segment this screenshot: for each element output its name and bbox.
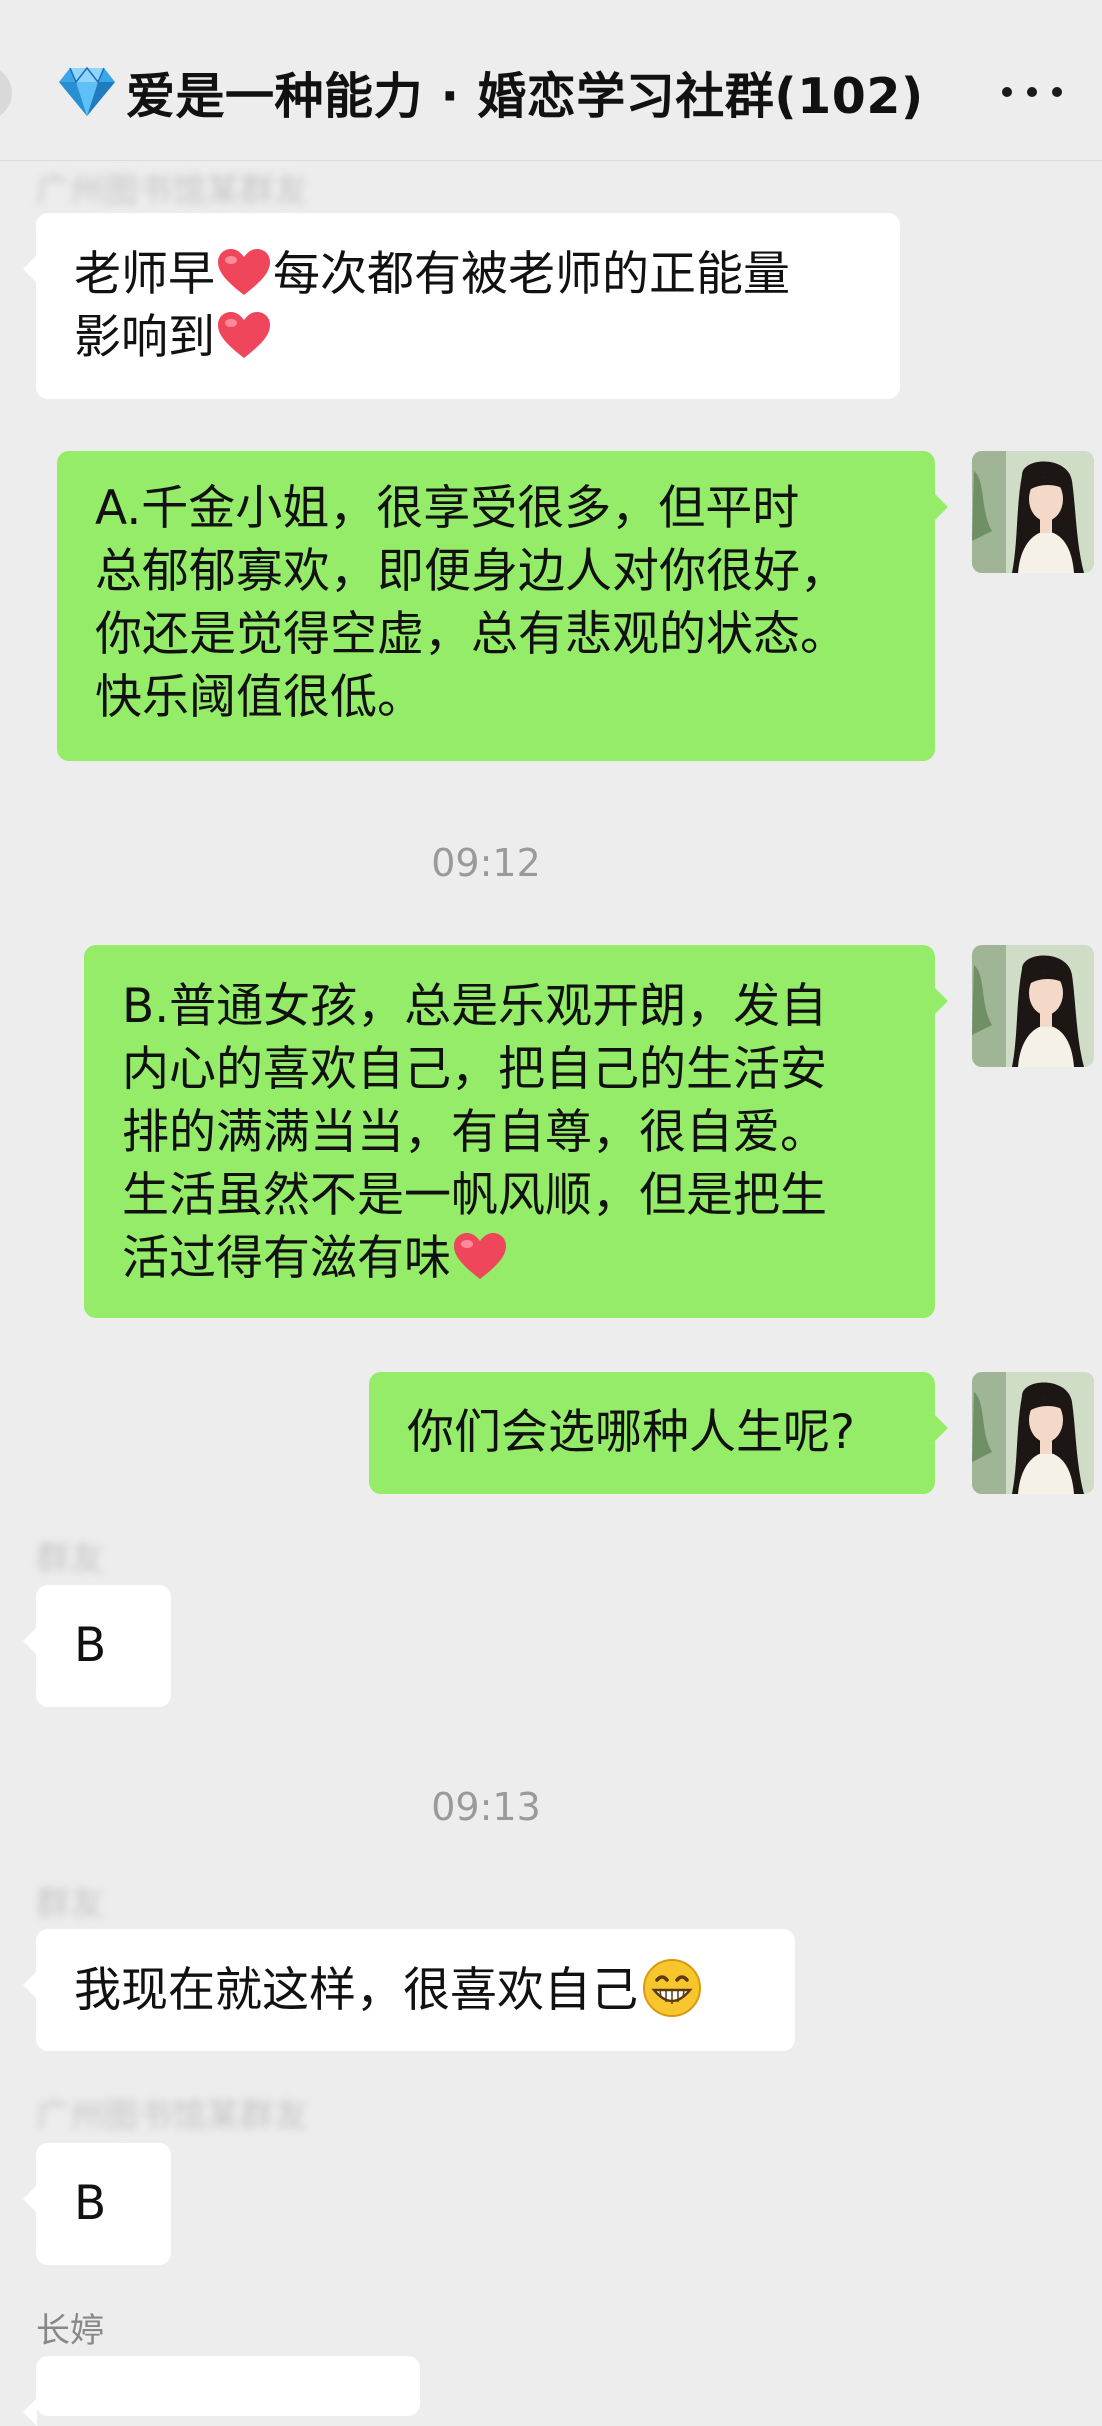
avatar[interactable] [972, 945, 1094, 1067]
sender-name: 群友 [36, 1884, 104, 1924]
sender-name: 广州图书馆某群友 [36, 2096, 308, 2136]
message-line: 你还是觉得空虚，总有悲观的状态。 [95, 607, 847, 662]
gem-icon [59, 66, 115, 116]
avatar[interactable] [972, 1372, 1094, 1494]
heart-emoji-icon [218, 249, 270, 295]
more-dots-icon [1002, 87, 1012, 97]
message-line: 活过得有滋有味 [122, 1227, 897, 1290]
message-bubble[interactable]: B [23, 1585, 171, 1707]
chat-title: 爱是一种能力 · 婚恋学习社群(102) [58, 62, 924, 125]
timestamp: 09:13 [431, 1785, 541, 1829]
message-line: 总郁郁寡欢，即便身边人对你很好， [95, 544, 847, 599]
message-bubble[interactable]: B.普通女孩，总是乐观开朗，发自 内心的喜欢自己，把自己的生活安 排的满满当当，… [84, 945, 948, 1318]
heart-emoji-icon [454, 1233, 506, 1279]
message-bubble[interactable]: 你们会选哪种人生呢? [369, 1372, 948, 1494]
sender-name: 群友 [36, 1539, 104, 1579]
sender-name: 长婷 [36, 2311, 104, 2351]
heart-emoji-icon [218, 312, 270, 358]
message-line: B.普通女孩，总是乐观开朗，发自 [122, 979, 828, 1034]
message-line: 我现在就这样，很喜欢自己 [74, 1958, 795, 2022]
more-options-button[interactable] [1002, 72, 1062, 112]
sender-name: 广州图书馆某群友 [36, 171, 308, 211]
message-bubble[interactable]: B [23, 2143, 171, 2265]
grinning-face-emoji-icon [643, 1959, 701, 2017]
chat-header: 爱是一种能力 · 婚恋学习社群(102) [0, 0, 1102, 161]
message-line: 内心的喜欢自己，把自己的生活安 [122, 1042, 827, 1097]
timestamp: 09:12 [431, 841, 541, 885]
message-line: 你们会选哪种人生呢? [407, 1405, 855, 1460]
message-bubble[interactable]: 我现在就这样，很喜欢自己 [23, 1929, 795, 2051]
message-line: B [74, 1618, 107, 1673]
message-line: 排的满满当当，有自尊，很自爱。 [122, 1105, 827, 1160]
message-line: B [74, 2176, 107, 2231]
chat-title-text: 爱是一种能力 · 婚恋学习社群(102) [126, 67, 924, 125]
message-bubble[interactable]: A.千金小姐，很享受很多，但平时 总郁郁寡欢，即便身边人对你很好， 你还是觉得空… [57, 451, 948, 761]
more-dot-2 [1027, 87, 1037, 97]
message-bubble[interactable]: 老师早 每次都有被老师的正能量 影响到 [23, 213, 900, 399]
message-bubble[interactable] [23, 2356, 420, 2426]
message-line: A.千金小姐，很享受很多，但平时 [95, 481, 800, 536]
back-button[interactable] [0, 66, 12, 120]
message-line: 生活虽然不是一帆风顺，但是把生 [122, 1168, 827, 1223]
more-dot-3 [1052, 87, 1062, 97]
avatar[interactable] [972, 451, 1094, 573]
message-line: 影响到 [74, 306, 862, 369]
message-line: 快乐阈值很低。 [95, 670, 424, 725]
message-line: 老师早 每次都有被老师的正能量 [74, 247, 790, 302]
